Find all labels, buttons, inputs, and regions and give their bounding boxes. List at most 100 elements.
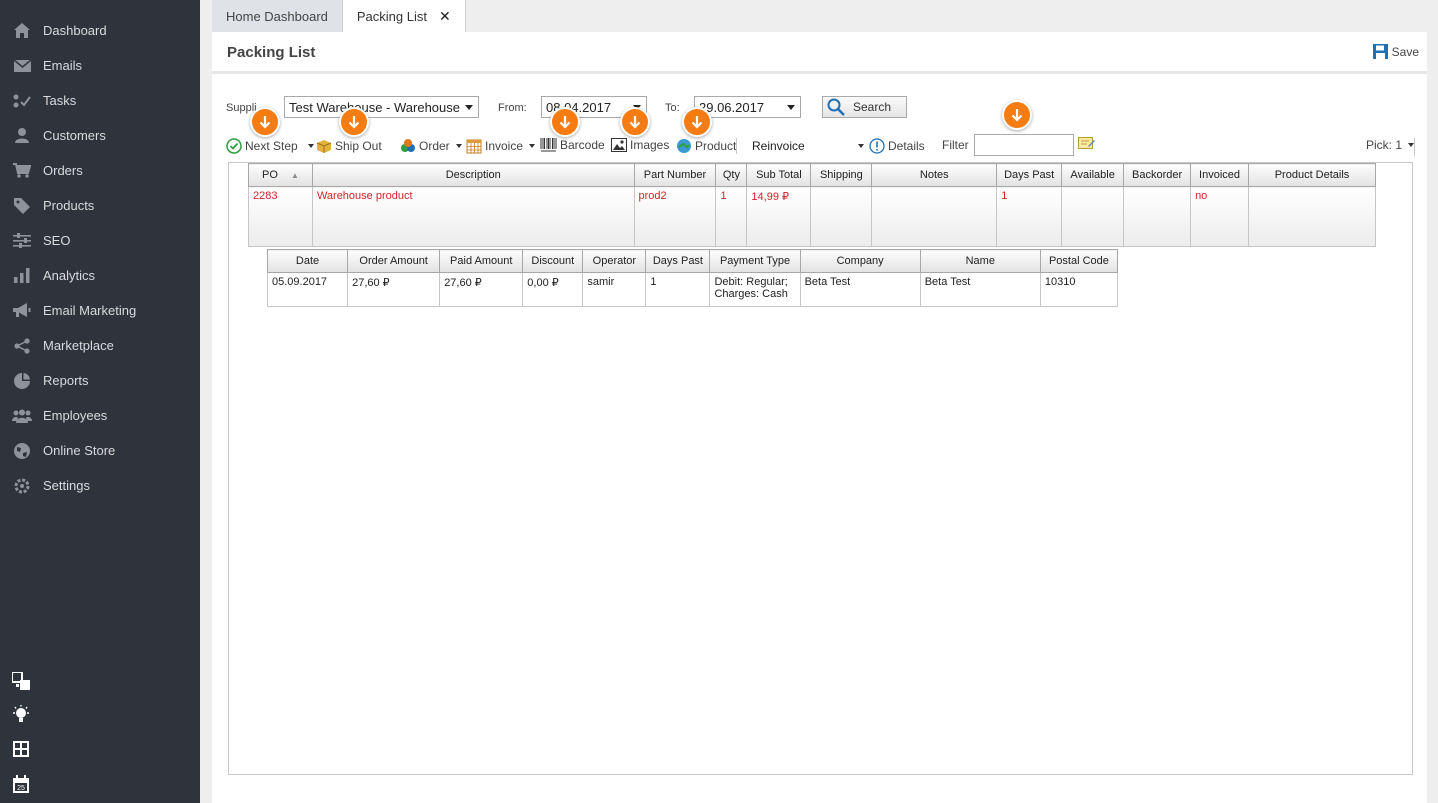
filter-row: Suppli Test Warehouse - Warehouse From: … [212, 96, 1427, 120]
lightbulb-icon[interactable] [12, 705, 30, 723]
toolbar: Next Step Ship Out Order Invoice Barcode… [226, 134, 1418, 158]
to-label: To: [665, 102, 680, 114]
column-header-qty[interactable]: Qty [715, 163, 748, 187]
save-button[interactable]: Save [1372, 44, 1419, 59]
package-icon [316, 140, 332, 153]
down-arrow-marker-icon [339, 107, 369, 137]
search-icon [827, 98, 845, 116]
column-header-part-number[interactable]: Part Number [633, 163, 717, 187]
table-row[interactable]: 05.09.2017 27,60 ₽ 27,60 ₽ 0,00 ₽ samir … [266, 272, 1119, 307]
close-icon[interactable]: ✕ [439, 8, 451, 25]
filter-editor-icon[interactable] [1078, 136, 1098, 151]
gear-icon [12, 478, 32, 494]
calendar-icon[interactable]: 25 [12, 775, 30, 793]
order-label: Order [419, 139, 450, 153]
sliders-icon [12, 233, 32, 249]
cell-available [1061, 186, 1125, 247]
column-header-available[interactable]: Available [1061, 163, 1125, 187]
sidebar-item-label: Reports [43, 373, 89, 388]
sidebar-item-dashboard[interactable]: Dashboard [0, 13, 200, 48]
column-header-backorder[interactable]: Backorder [1123, 163, 1192, 187]
sidebar-item-label: Email Marketing [43, 303, 137, 318]
tab-bar: Home Dashboard Packing List ✕ [212, 0, 466, 32]
sidebar-item-emails[interactable]: Emails [0, 48, 200, 83]
invoice-button[interactable]: Invoice [466, 138, 536, 154]
cell-qty: 1 [715, 186, 748, 247]
column-header-order-amount[interactable]: Order Amount [347, 249, 441, 273]
cell-operator: samir [582, 272, 647, 307]
reinvoice-value: Reinvoice [752, 139, 805, 153]
sidebar-item-label: Marketplace [43, 338, 114, 353]
images-button[interactable]: Images [611, 138, 669, 152]
sidebar-item-marketplace[interactable]: Marketplace [0, 328, 200, 363]
table-row[interactable]: 2283 Warehouse product prod2 1 14,99 ₽ 1… [248, 186, 1376, 247]
sidebar-item-reports[interactable]: Reports [0, 363, 200, 398]
sidebar-item-customers[interactable]: Customers [0, 118, 200, 153]
product-button[interactable]: Product [676, 138, 736, 154]
sidebar: Dashboard Emails Tasks Customers Orders … [0, 0, 200, 803]
column-header-postal-code[interactable]: Postal Code [1039, 249, 1119, 273]
next-step-button[interactable]: Next Step [226, 138, 314, 154]
sidebar-item-settings[interactable]: Settings [0, 468, 200, 503]
order-button[interactable]: Order [400, 138, 462, 154]
layout-icon[interactable] [11, 671, 30, 690]
sidebar-item-seo[interactable]: SEO [0, 223, 200, 258]
calculator-icon[interactable] [12, 740, 30, 758]
sidebar-item-email-marketing[interactable]: Email Marketing [0, 293, 200, 328]
column-header-name[interactable]: Name [919, 249, 1041, 273]
details-label: Details [888, 139, 925, 153]
column-header-days-past[interactable]: Days Past [996, 163, 1063, 187]
image-icon [611, 138, 627, 152]
search-button[interactable]: Search [822, 96, 907, 118]
details-button[interactable]: Details [869, 138, 925, 154]
sidebar-item-label: Emails [43, 58, 83, 73]
column-header-paid-amount[interactable]: Paid Amount [439, 249, 524, 273]
column-header-payment-type[interactable]: Payment Type [709, 249, 801, 273]
save-label: Save [1391, 44, 1419, 59]
tab-home-dashboard[interactable]: Home Dashboard [212, 0, 343, 32]
column-header-company[interactable]: Company [799, 249, 921, 273]
from-label: From: [498, 102, 527, 114]
sidebar-item-online-store[interactable]: Online Store [0, 433, 200, 468]
sidebar-item-label: Employees [43, 408, 108, 423]
pick-select[interactable]: Pick: 1 [1366, 138, 1415, 152]
tag-icon [12, 197, 32, 214]
ship-out-button[interactable]: Ship Out [316, 138, 382, 154]
column-header-notes[interactable]: Notes [871, 163, 998, 187]
column-header-description[interactable]: Description [311, 163, 635, 187]
sidebar-item-tasks[interactable]: Tasks [0, 83, 200, 118]
column-header-operator[interactable]: Operator [582, 249, 647, 273]
supplier-value: Test Warehouse - Warehouse [289, 99, 460, 115]
next-step-label: Next Step [245, 139, 298, 153]
supplier-select[interactable]: Test Warehouse - Warehouse [284, 96, 479, 118]
column-header-shipping[interactable]: Shipping [810, 163, 873, 187]
cell-shipping [810, 186, 873, 247]
tab-packing-list[interactable]: Packing List ✕ [342, 0, 466, 32]
search-label: Search [853, 100, 892, 114]
column-header-discount[interactable]: Discount [522, 249, 584, 273]
column-header-date[interactable]: Date [266, 249, 349, 273]
column-header-product-details[interactable]: Product Details [1248, 163, 1376, 187]
calendar-grid-icon [466, 139, 482, 154]
cell-description: Warehouse product [311, 186, 635, 247]
sidebar-item-products[interactable]: Products [0, 188, 200, 223]
column-header-invoiced[interactable]: Invoiced [1190, 163, 1250, 187]
barcode-button[interactable]: Barcode [540, 138, 605, 152]
pie-chart-icon [12, 372, 32, 389]
column-header-po[interactable]: PO ▲ [248, 163, 313, 187]
sidebar-item-label: Online Store [43, 443, 116, 458]
sidebar-item-analytics[interactable]: Analytics [0, 258, 200, 293]
reinvoice-select[interactable]: Reinvoice [748, 136, 866, 156]
cell-date: 05.09.2017 [266, 272, 349, 307]
column-header-sub-total[interactable]: Sub Total [746, 163, 812, 187]
filter-input[interactable] [974, 134, 1074, 156]
sidebar-item-label: SEO [43, 233, 71, 248]
cell-sub-total: 14,99 ₽ [746, 186, 812, 247]
sidebar-item-orders[interactable]: Orders [0, 153, 200, 188]
column-header-days-past[interactable]: Days Past [645, 249, 711, 273]
sidebar-item-label: Settings [43, 478, 90, 493]
envelope-icon [12, 58, 32, 74]
floppy-icon [1372, 44, 1388, 59]
sidebar-item-employees[interactable]: Employees [0, 398, 200, 433]
cart-icon [12, 163, 32, 179]
